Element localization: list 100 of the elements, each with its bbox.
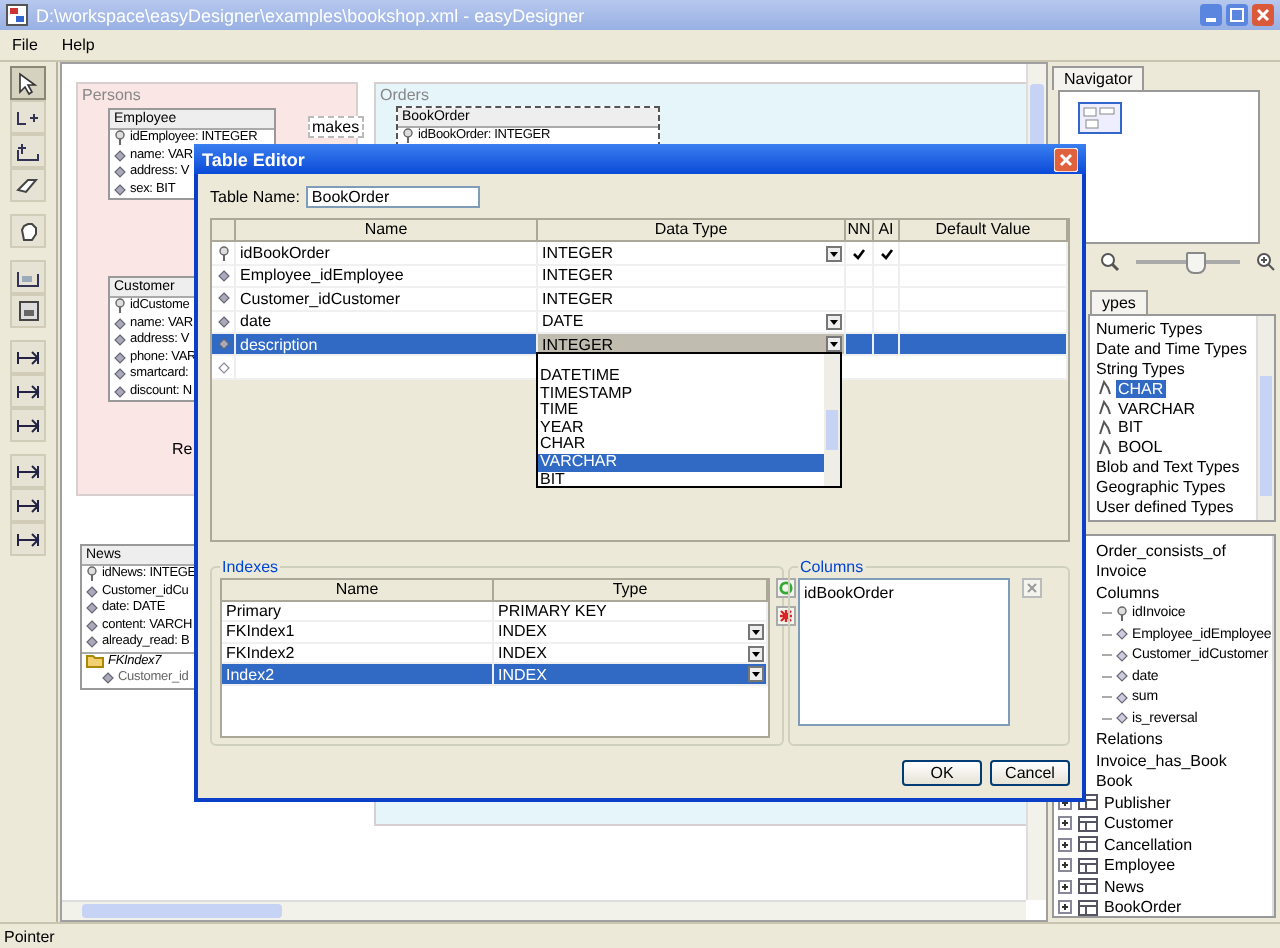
column-header[interactable]: Name — [222, 580, 494, 602]
expand-icon[interactable] — [1058, 816, 1072, 831]
type-item[interactable]: User defined Types — [1094, 497, 1236, 516]
type-item[interactable]: BIT — [1116, 418, 1145, 437]
column-header[interactable]: Type — [494, 580, 768, 602]
index-type-cell[interactable]: PRIMARY KEY — [494, 601, 768, 623]
index-name-cell[interactable]: Index2 — [222, 664, 494, 686]
zoom-out-icon[interactable] — [1100, 252, 1120, 272]
column-header[interactable]: Name — [236, 220, 538, 243]
tool-button[interactable] — [10, 294, 46, 328]
not-null-cell[interactable] — [846, 242, 874, 266]
tool-button[interactable] — [10, 168, 46, 202]
tree-item[interactable]: Customer — [1104, 814, 1174, 833]
tool-button[interactable] — [10, 340, 46, 374]
auto-increment-cell[interactable] — [874, 333, 900, 357]
tool-button[interactable] — [10, 214, 46, 248]
expand-icon[interactable] — [1058, 879, 1072, 894]
data-type-cell[interactable]: INTEGER — [538, 288, 846, 312]
list-item[interactable]: idBookOrder — [804, 584, 1004, 602]
tree-item[interactable]: Cancellation — [1104, 835, 1193, 854]
tree-item[interactable]: Employee — [1104, 856, 1176, 875]
auto-increment-cell[interactable] — [874, 242, 900, 266]
column-name-cell[interactable]: Customer_idCustomer — [236, 288, 538, 312]
default-value-cell[interactable] — [900, 265, 1068, 289]
menu-item[interactable]: Help — [61, 36, 95, 54]
type-item[interactable]: Geographic Types — [1094, 477, 1228, 496]
navigator-tab[interactable]: Navigator — [1052, 66, 1145, 90]
column-name-cell[interactable]: description — [236, 333, 538, 357]
tree-item[interactable]: Relations — [1096, 730, 1163, 749]
type-option[interactable]: VARCHAR — [538, 453, 824, 472]
dropdown-arrow-icon[interactable] — [826, 336, 842, 353]
tree-item[interactable]: Book — [1096, 772, 1133, 791]
tool-button[interactable] — [10, 522, 46, 556]
dialog-button[interactable]: Cancel — [990, 760, 1070, 786]
list-scrollbar[interactable] — [1256, 316, 1274, 520]
dropdown-arrow-icon[interactable] — [826, 313, 842, 330]
tree-item[interactable]: BookOrder — [1104, 898, 1182, 916]
expand-icon[interactable] — [1058, 900, 1072, 915]
dropdown-arrow-icon[interactable] — [748, 645, 764, 662]
type-option[interactable]: DATETIME — [538, 368, 824, 386]
column-header[interactable]: Data Type — [538, 220, 846, 243]
tree-item[interactable]: News — [1104, 877, 1145, 896]
dropdown-scrollbar[interactable] — [824, 354, 840, 486]
add-index-icon[interactable] — [776, 578, 796, 598]
zoom-in-icon[interactable] — [1256, 252, 1276, 272]
tool-button[interactable] — [10, 408, 46, 442]
menu-item[interactable]: File — [12, 36, 38, 54]
index-type-cell[interactable]: INDEX — [494, 622, 768, 644]
type-item[interactable]: Numeric Types — [1094, 320, 1205, 339]
expand-icon[interactable] — [1058, 837, 1072, 852]
type-option[interactable]: YEAR — [538, 419, 824, 437]
not-null-cell[interactable] — [846, 333, 874, 357]
tool-button[interactable] — [10, 454, 46, 488]
horizontal-scrollbar[interactable] — [62, 900, 1026, 920]
tool-button[interactable] — [10, 260, 46, 294]
table-name-field[interactable]: BookOrder — [305, 186, 480, 208]
type-item[interactable]: VARCHAR — [1116, 399, 1198, 418]
dialog-button[interactable]: OK — [902, 760, 982, 786]
remove-index-icon[interactable] — [776, 606, 796, 626]
column-name-cell[interactable]: idBookOrder — [236, 242, 538, 266]
tool-button[interactable] — [10, 134, 46, 168]
zoom-slider[interactable] — [1185, 252, 1206, 274]
tree-item[interactable]: Invoice — [1096, 562, 1147, 581]
tool-button[interactable] — [10, 488, 46, 522]
type-option[interactable]: BIT — [538, 471, 824, 489]
index-name-cell[interactable]: FKIndex1 — [222, 622, 494, 644]
type-item[interactable]: CHAR — [1116, 379, 1166, 398]
type-option[interactable]: TIMESTAMP — [538, 385, 824, 403]
type-item[interactable]: String Types — [1094, 359, 1187, 378]
close-icon[interactable] — [1054, 147, 1078, 171]
column-header[interactable]: AI — [874, 220, 900, 243]
type-item[interactable]: Date and Time Types — [1094, 340, 1249, 359]
column-header[interactable]: NN — [846, 220, 874, 243]
tree-item[interactable]: Invoice_has_Book — [1096, 751, 1227, 770]
expand-icon[interactable] — [1058, 858, 1072, 873]
dropdown-arrow-icon[interactable] — [748, 666, 764, 683]
dropdown-arrow-icon[interactable] — [748, 623, 764, 640]
column-header[interactable]: Default Value — [900, 220, 1068, 243]
type-option[interactable]: CHAR — [538, 436, 824, 454]
tool-button[interactable] — [10, 100, 46, 134]
maximize-icon[interactable] — [1226, 4, 1248, 26]
type-option[interactable]: TIME — [538, 402, 824, 420]
type-item[interactable]: Blob and Text Types — [1094, 457, 1242, 476]
index-type-cell[interactable]: INDEX — [494, 664, 768, 686]
data-type-cell[interactable]: INTEGER — [538, 265, 846, 289]
tree-scrollbar[interactable] — [1271, 536, 1274, 916]
close-icon[interactable] — [1252, 4, 1274, 26]
tool-button[interactable] — [10, 374, 46, 408]
data-type-cell[interactable]: INTEGER — [538, 242, 846, 266]
types-tab[interactable]: ypes — [1090, 290, 1148, 314]
tree-item[interactable]: Columns — [1096, 583, 1160, 602]
tree-item[interactable]: Order_consists_of — [1096, 541, 1226, 560]
tool-button[interactable] — [10, 66, 46, 100]
default-value-cell[interactable] — [900, 242, 1068, 266]
index-name-cell[interactable]: Primary — [222, 601, 494, 623]
default-value-cell[interactable] — [900, 333, 1068, 357]
type-item[interactable]: BOOL — [1116, 438, 1165, 457]
column-name-cell[interactable]: Employee_idEmployee — [236, 265, 538, 289]
tree-item[interactable]: Publisher — [1104, 793, 1171, 812]
minimize-icon[interactable] — [1200, 4, 1222, 26]
